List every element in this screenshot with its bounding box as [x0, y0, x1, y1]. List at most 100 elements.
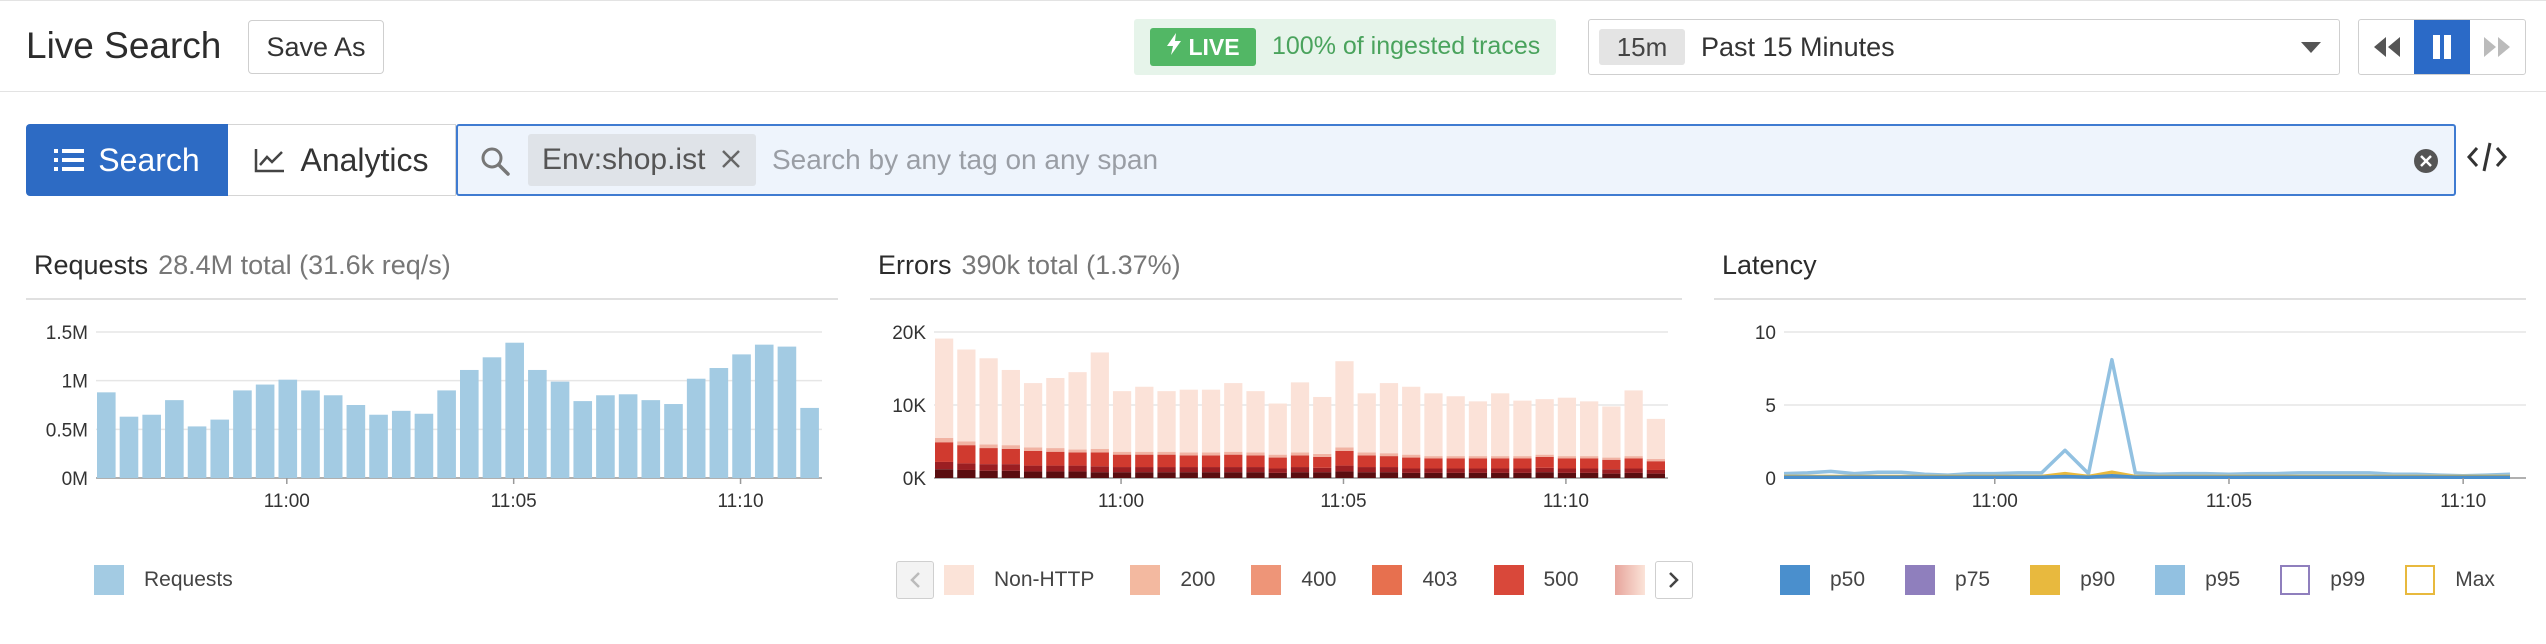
errors-bar-segment: [1313, 472, 1332, 478]
errors-chart[interactable]: 0K 10K 20K 11:00 11:05 11:10: [870, 310, 1682, 560]
legend-swatch: [1780, 565, 1810, 595]
errors-bar-segment: [979, 444, 998, 449]
errors-bar-segment: [1290, 382, 1310, 453]
errors-bar-segment: [1580, 401, 1599, 457]
errors-bar-segment: [1112, 391, 1132, 452]
legend-item[interactable]: p50: [1780, 565, 1865, 595]
legend-item[interactable]: Max: [2405, 565, 2495, 595]
requests-bar: [346, 405, 366, 478]
legend-label: Max: [2455, 568, 2495, 591]
legend-swatch-truncated: [1614, 565, 1645, 595]
errors-bar-segment: [979, 470, 998, 478]
errors-bar-segment: [1135, 467, 1154, 473]
errors-bar-segment: [1379, 472, 1399, 478]
y-tick-label: 0.5M: [46, 420, 88, 441]
y-tick-label: 10: [1755, 323, 1776, 344]
errors-bar-segment: [935, 461, 954, 470]
errors-bar-segment: [1179, 389, 1198, 453]
errors-bar-segment: [1424, 458, 1443, 469]
errors-bar-segment: [957, 445, 976, 464]
time-range-select[interactable]: 15m Past 15 Minutes: [1588, 19, 2340, 75]
errors-bar-segment: [1535, 467, 1554, 473]
legend-next-button[interactable]: [1654, 561, 1693, 599]
errors-bar-segment: [1112, 472, 1132, 478]
x-tick-label: 11:10: [2440, 491, 2486, 512]
requests-chart[interactable]: 0M 0.5M 1M 1.5M 11:00 11:05 11:10: [26, 310, 838, 560]
errors-bar-segment: [1313, 467, 1332, 473]
legend-item[interactable]: p95: [2155, 565, 2240, 595]
search-tag-pill[interactable]: Env:shop.ist: [528, 134, 756, 186]
legend-item[interactable]: 200: [1130, 565, 1215, 595]
errors-bar-segment: [1157, 391, 1176, 452]
y-tick-label: 1.5M: [46, 323, 88, 344]
errors-bar-segment: [935, 469, 954, 478]
legend-swatch: [2280, 565, 2311, 595]
errors-bar-segment: [957, 349, 976, 442]
rewind-button[interactable]: [2359, 20, 2414, 74]
tab-search[interactable]: Search: [26, 124, 228, 196]
top-bar: Live Search Save As LIVE 100% of ingeste…: [0, 0, 2546, 92]
errors-bar-segment: [1557, 397, 1577, 457]
save-as-button[interactable]: Save As: [248, 20, 384, 74]
errors-bar-segment: [1446, 396, 1465, 457]
requests-bar: [97, 392, 116, 478]
legend-item[interactable]: p99: [2280, 565, 2365, 595]
errors-bar-segment: [1268, 403, 1287, 455]
legend-item[interactable]: 403: [1372, 565, 1458, 595]
y-tick-label: 5: [1765, 396, 1776, 417]
legend-item[interactable]: Requests: [94, 565, 233, 595]
tab-analytics-label: Analytics: [300, 141, 429, 178]
clear-icon[interactable]: [2412, 147, 2440, 175]
errors-bar-segment: [1068, 465, 1087, 472]
errors-bar-segment: [1513, 400, 1532, 457]
legend-swatch: [1905, 565, 1936, 595]
search-input[interactable]: Env:shop.ist Search by any tag on any sp…: [456, 124, 2456, 196]
requests-bar: [754, 344, 774, 478]
requests-bar: [641, 400, 661, 478]
legend-swatch: [944, 565, 974, 595]
errors-bar-segment: [1535, 456, 1554, 468]
requests-bar: [119, 416, 139, 478]
latency-title: Latency: [1722, 250, 1817, 281]
errors-bar-segment: [1157, 451, 1176, 455]
legend-item[interactable]: 400: [1251, 565, 1336, 595]
errors-bar-segment: [1557, 458, 1577, 469]
errors-bar-segment: [1357, 467, 1376, 473]
legend-item[interactable]: 500: [1493, 565, 1579, 595]
legend-swatch: [1130, 565, 1161, 595]
live-status: LIVE 100% of ingested traces: [1134, 19, 1556, 75]
errors-bar-segment: [935, 437, 954, 443]
legend-item[interactable]: Non-HTTP: [944, 565, 1094, 595]
legend-item[interactable]: p90: [2030, 565, 2115, 595]
latency-panel: Latency 0 5 10 11:00 11:05 11:10 p50 p75 p90 p95…: [1714, 240, 2526, 620]
errors-bar-segment: [1090, 448, 1109, 453]
fast-forward-button[interactable]: [2470, 20, 2525, 74]
y-tick-label: 0K: [903, 469, 927, 490]
errors-bar-segment: [979, 358, 998, 445]
requests-bar: [301, 390, 320, 478]
errors-bar-segment: [1201, 467, 1221, 473]
tab-analytics[interactable]: Analytics: [228, 124, 456, 196]
code-icon[interactable]: [2466, 140, 2508, 174]
errors-bar-segment: [1446, 456, 1465, 459]
errors-panel: Errors 390k total (1.37%) 0K 10K 20K 11:00 11…: [870, 240, 1693, 620]
legend-item[interactable]: p75: [1905, 565, 1990, 595]
errors-bar-segment: [1624, 456, 1643, 459]
close-icon[interactable]: [718, 146, 744, 172]
errors-bar-segment: [1201, 455, 1221, 468]
errors-bar-segment: [1201, 452, 1221, 456]
latency-chart[interactable]: 0 5 10 11:00 11:05 11:10: [1714, 310, 2526, 560]
errors-bar-segment: [1001, 470, 1020, 478]
errors-bar-segment: [1335, 465, 1354, 472]
errors-bar-segment: [1580, 468, 1599, 473]
latency-line-p95: [1783, 357, 2511, 478]
legend-prev-button[interactable]: [896, 561, 934, 599]
errors-bar-segment: [1090, 466, 1109, 473]
live-badge[interactable]: LIVE: [1150, 28, 1256, 66]
errors-bar-segment: [1424, 468, 1443, 473]
x-tick-label: 11:05: [1320, 491, 1366, 512]
pause-button[interactable]: [2414, 20, 2470, 74]
errors-bar-segment: [1580, 472, 1599, 478]
errors-bar-segment: [1491, 468, 1510, 473]
errors-bar-segment: [1357, 393, 1376, 453]
